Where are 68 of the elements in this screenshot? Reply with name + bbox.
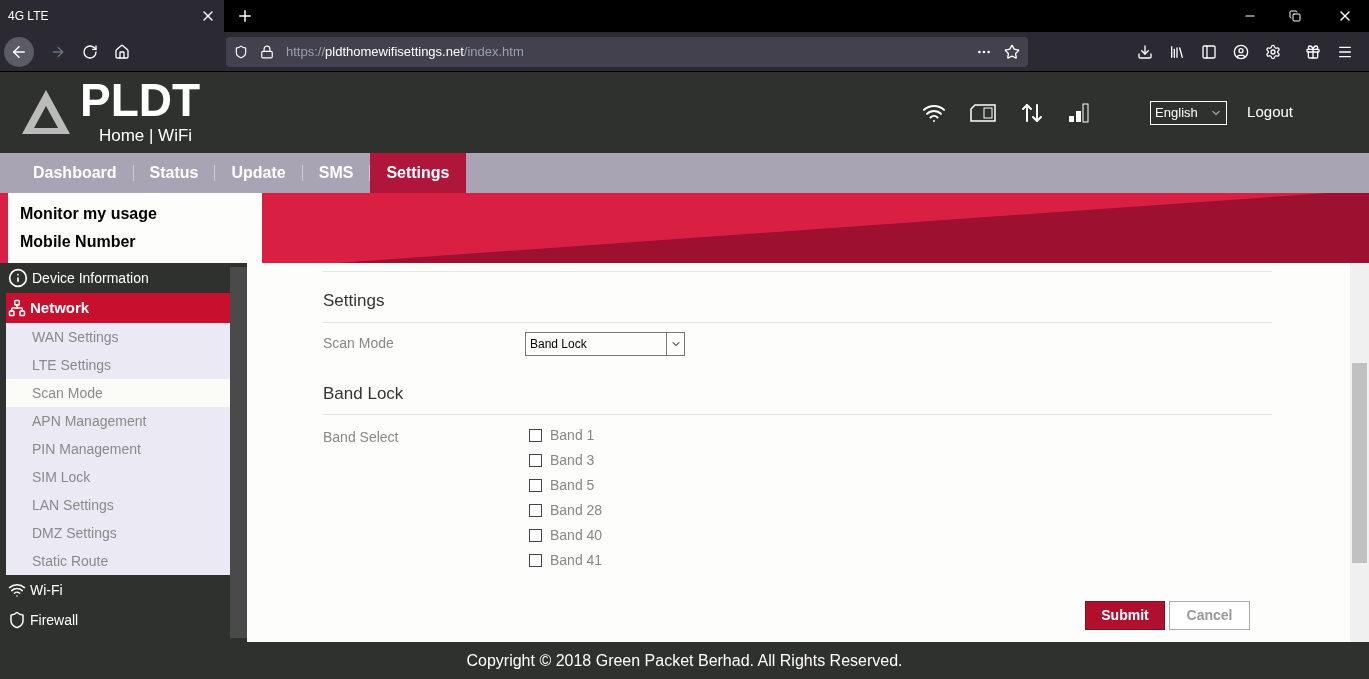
sidebar-scrollbar[interactable] bbox=[230, 267, 247, 638]
band-label: Band 41 bbox=[550, 551, 603, 570]
info-icon bbox=[8, 268, 28, 288]
sidebar-section[interactable]: Network bbox=[6, 293, 230, 323]
nav-tab[interactable]: Settings bbox=[370, 153, 466, 193]
language-select[interactable]: English bbox=[1150, 100, 1228, 125]
nav-tab[interactable]: SMS bbox=[302, 153, 370, 193]
band-checkbox[interactable] bbox=[529, 529, 542, 542]
nav-tab[interactable]: Status bbox=[133, 153, 215, 193]
home-icon[interactable] bbox=[114, 43, 130, 60]
quick-link[interactable]: Monitor my usage bbox=[20, 202, 262, 226]
sidebar-item[interactable]: Scan Mode bbox=[6, 379, 230, 407]
band-label: Band 5 bbox=[550, 476, 595, 495]
signal-icon bbox=[1068, 102, 1091, 123]
sidebar-item[interactable]: DMZ Settings bbox=[6, 519, 230, 547]
scrollbar-thumb[interactable] bbox=[1352, 363, 1367, 563]
band-label: Band 1 bbox=[550, 426, 595, 445]
restore-icon[interactable] bbox=[1289, 10, 1301, 22]
wifi-icon bbox=[8, 581, 26, 599]
network-icon bbox=[8, 299, 26, 317]
sidebar-item[interactable]: WAN Settings bbox=[6, 323, 230, 351]
cancel-button[interactable]: Cancel bbox=[1169, 601, 1250, 630]
sidebar-item[interactable]: SIM Lock bbox=[6, 463, 230, 491]
sidebar-section[interactable]: Wi-Fi bbox=[0, 575, 230, 605]
shield-icon[interactable] bbox=[234, 44, 248, 59]
logout-link[interactable]: Logout bbox=[1247, 101, 1293, 124]
logo-text: PLDT bbox=[80, 76, 201, 123]
section-title: Settings bbox=[323, 288, 1272, 323]
sim-card-icon bbox=[970, 103, 997, 122]
field-label: Band Select bbox=[323, 428, 400, 447]
scan-mode-select[interactable]: Band Lock bbox=[525, 331, 685, 356]
quick-link[interactable]: Mobile Number bbox=[20, 230, 262, 254]
gift-icon[interactable] bbox=[1305, 43, 1321, 60]
sidebar-item[interactable]: APN Management bbox=[6, 407, 230, 435]
section-title: Band Lock bbox=[323, 380, 1272, 415]
library-icon[interactable] bbox=[1169, 43, 1185, 60]
settings-icon[interactable] bbox=[1265, 43, 1281, 60]
nav-tab[interactable]: Update bbox=[215, 153, 302, 193]
download-icon[interactable] bbox=[1137, 43, 1153, 60]
shield-icon bbox=[8, 611, 26, 629]
back-button[interactable] bbox=[4, 36, 34, 67]
sidebar-section[interactable]: Firewall bbox=[0, 605, 230, 635]
band-label: Band 40 bbox=[550, 526, 603, 545]
band-checkbox[interactable] bbox=[529, 454, 542, 467]
account-icon[interactable] bbox=[1233, 43, 1249, 60]
band-checkbox[interactable] bbox=[529, 554, 542, 567]
sidebar-item[interactable]: LAN Settings bbox=[6, 491, 230, 519]
band-checkbox[interactable] bbox=[529, 504, 542, 517]
address-bar[interactable]: https://pldthomewifisettings.net/index.htm bbox=[226, 36, 1028, 67]
reload-icon[interactable] bbox=[82, 43, 98, 60]
star-icon[interactable] bbox=[1004, 43, 1020, 60]
band-checkbox[interactable] bbox=[529, 479, 542, 492]
sidebar-item[interactable]: PIN Management bbox=[6, 435, 230, 463]
sidebar-item[interactable]: Static Route bbox=[6, 547, 230, 575]
nav-tab[interactable]: Dashboard bbox=[17, 153, 133, 193]
browser-tab[interactable]: 4G LTE bbox=[0, 0, 224, 32]
field-label: Scan Mode bbox=[323, 334, 395, 353]
band-checkbox[interactable] bbox=[529, 429, 542, 442]
band-label: Band 28 bbox=[550, 501, 603, 520]
copyright-text: Copyright © 2018 Green Packet Berhad. All Rights Reserved. bbox=[466, 650, 903, 671]
sidebar-section[interactable]: Device Information bbox=[0, 263, 230, 293]
submit-button[interactable]: Submit bbox=[1085, 601, 1165, 630]
new-tab-icon[interactable] bbox=[236, 7, 254, 25]
lock-icon[interactable] bbox=[260, 44, 274, 59]
sidebar-item[interactable]: LTE Settings bbox=[6, 351, 230, 379]
sidebar-icon[interactable] bbox=[1201, 43, 1217, 60]
logo-subtitle: Home | WiFi bbox=[98, 124, 193, 147]
band-label: Band 3 bbox=[550, 451, 595, 470]
